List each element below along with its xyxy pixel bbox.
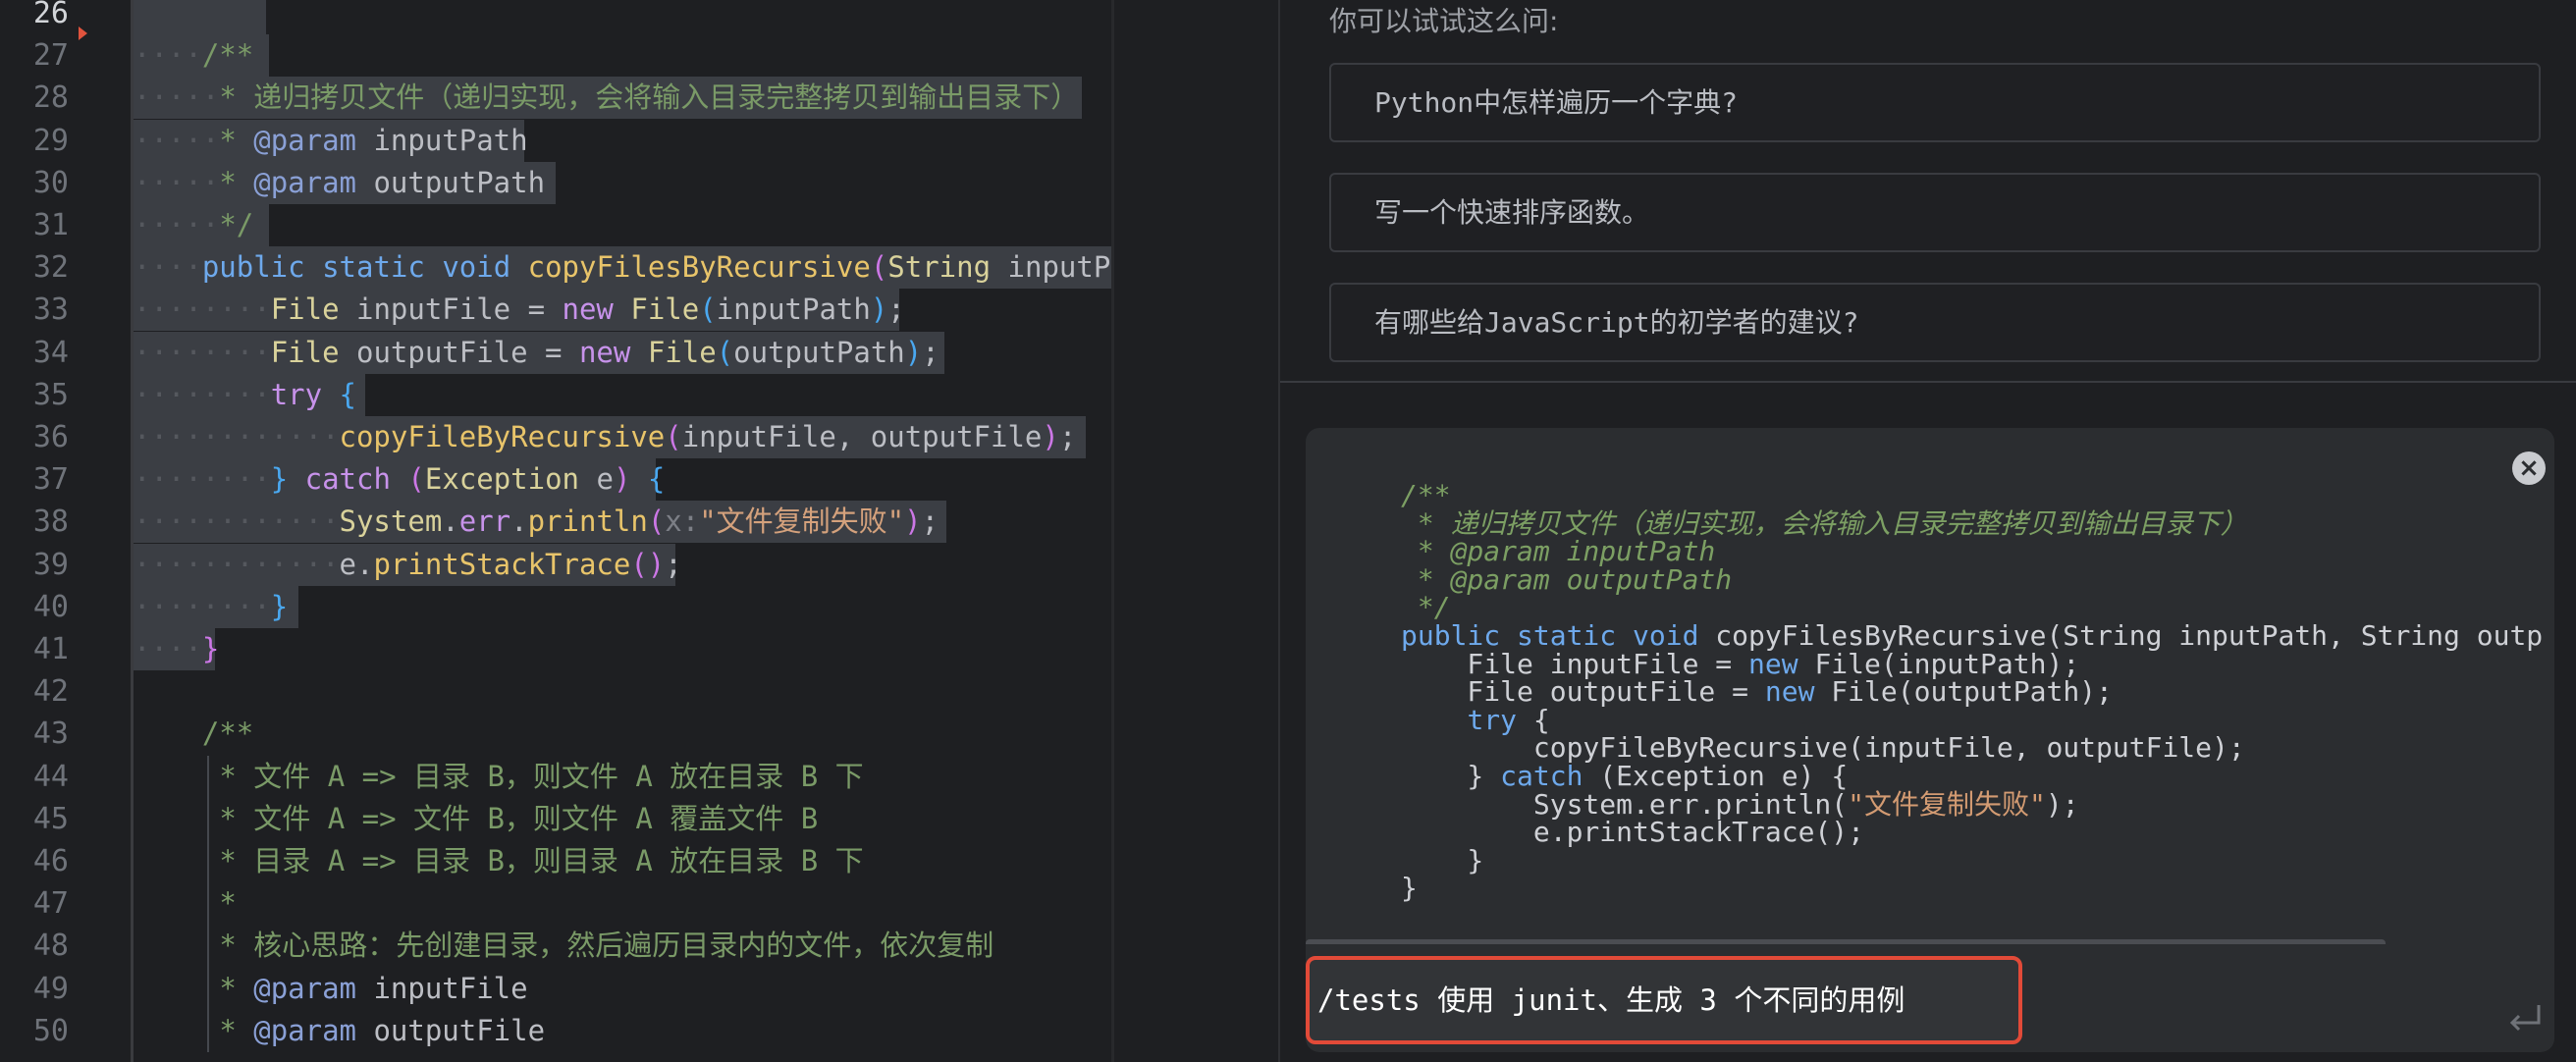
line-number: 47 bbox=[32, 886, 69, 922]
line-number: 32 bbox=[32, 250, 69, 286]
code-line[interactable]: ·····* @param inputPath bbox=[134, 120, 528, 162]
code-line[interactable]: ············System.err.println(x:"文件复制失败… bbox=[134, 501, 939, 543]
line-number: 26 bbox=[32, 0, 69, 30]
close-icon[interactable]: × bbox=[2512, 451, 2546, 485]
code-line[interactable]: * @param inputFile bbox=[134, 968, 527, 1010]
code-line[interactable]: ········try { bbox=[134, 374, 356, 416]
code-line[interactable]: ········} catch (Exception e) { bbox=[134, 458, 665, 501]
line-number: 42 bbox=[32, 674, 69, 710]
line-number: 38 bbox=[32, 504, 69, 540]
snippet-line: public static void copyFilesByRecursive(… bbox=[1401, 619, 2544, 652]
code-line[interactable]: ····public static void copyFilesByRecurs… bbox=[134, 246, 1114, 289]
suggestion-button[interactable]: Python中怎样遍历一个字典? bbox=[1329, 63, 2541, 142]
line-number: 44 bbox=[32, 759, 69, 794]
code-line[interactable]: ············copyFileByRecursive(inputFil… bbox=[134, 416, 1076, 458]
editor-right-margin bbox=[1114, 0, 1278, 1062]
code-line[interactable]: * 文件 A => 文件 B，则文件 A 覆盖文件 B bbox=[134, 798, 818, 840]
snippet-line: * @param inputPath bbox=[1401, 535, 1716, 568]
code-line[interactable]: ····/** bbox=[134, 34, 253, 77]
snippet-line: e.printStackTrace(); bbox=[1401, 816, 1865, 849]
line-number: 41 bbox=[32, 632, 69, 666]
suggestions-heading: 你可以试试这么问: bbox=[1329, 5, 1559, 37]
ai-assistant-panel: 你可以试试这么问: Python中怎样遍历一个字典? 写一个快速排序函数。 有哪… bbox=[1278, 0, 2576, 1062]
code-line[interactable]: ········} bbox=[134, 586, 288, 628]
line-number: 30 bbox=[32, 165, 69, 200]
code-line[interactable]: ·····* 递归拷贝文件（递归实现，会将输入目录完整拷贝到输出目录下） bbox=[134, 77, 1079, 119]
run-marker-icon bbox=[79, 27, 87, 40]
snippet-line: File outputFile = new File(outputPath); bbox=[1401, 675, 2113, 709]
code-editor[interactable]: 26 27 28 29 30 31 32 33 34 35 36 37 38 39 40 41 42 43 44 45… bbox=[0, 0, 1114, 1062]
code-line[interactable]: * 目录 A => 目录 B，则目录 A 放在目录 B 下 bbox=[134, 840, 863, 882]
snippet-line: } bbox=[1401, 843, 1484, 876]
snippet-line: try { bbox=[1467, 703, 1550, 736]
code-line[interactable]: * 核心思路：先创建目录，然后遍历目录内的文件，依次复制 bbox=[134, 925, 993, 967]
line-number: 40 bbox=[32, 589, 69, 624]
divider bbox=[1280, 381, 2576, 383]
suggestion-button[interactable]: 有哪些给JavaScript的初学者的建议? bbox=[1329, 283, 2541, 362]
snippet-line: File inputFile = new File(inputPath); bbox=[1401, 647, 2080, 680]
line-number: 36 bbox=[32, 420, 69, 454]
line-number: 46 bbox=[32, 844, 69, 878]
chat-input[interactable]: /tests 使用 junit、生成 3 个不同的用例 bbox=[1306, 956, 2022, 1044]
code-line[interactable]: ·····* @param outputPath bbox=[134, 162, 545, 204]
snippet-line: } catch (Exception e) { bbox=[1401, 760, 1849, 792]
line-number-gutter[interactable]: 26 27 28 29 30 31 32 33 34 35 36 37 38 39 40 41 42 43 44 45… bbox=[0, 0, 134, 1062]
line-number: 45 bbox=[32, 801, 69, 836]
snippet-line: /** bbox=[1401, 479, 1451, 511]
line-number: 43 bbox=[32, 717, 69, 752]
code-line[interactable]: ····} bbox=[134, 628, 219, 670]
snippet-line: * 递归拷贝文件（递归实现，会将输入目录完整拷贝到输出目录下） bbox=[1401, 506, 2248, 540]
line-number: 31 bbox=[32, 208, 69, 242]
line-number: 39 bbox=[32, 547, 69, 582]
selection-highlight bbox=[134, 0, 266, 34]
line-number: 48 bbox=[32, 929, 69, 964]
line-number: 28 bbox=[32, 80, 69, 116]
snippet-line: System.err.println("文件复制失败"); bbox=[1401, 787, 2079, 821]
line-number: 29 bbox=[32, 123, 69, 158]
code-line[interactable]: * @param outputFile bbox=[134, 1010, 545, 1052]
line-number: 35 bbox=[32, 377, 69, 412]
code-line[interactable]: /** bbox=[134, 713, 253, 755]
line-number: 34 bbox=[32, 335, 69, 370]
indent-guide bbox=[207, 755, 209, 1052]
code-line[interactable]: ········File outputFile = new File(outpu… bbox=[134, 332, 939, 374]
line-number: 50 bbox=[32, 1013, 69, 1048]
line-number: 33 bbox=[32, 292, 69, 328]
suggestion-button[interactable]: 写一个快速排序函数。 bbox=[1329, 173, 2541, 252]
line-number: 37 bbox=[32, 462, 69, 498]
line-number: 49 bbox=[32, 971, 69, 1006]
code-line[interactable]: ········File inputFile = new File(inputP… bbox=[134, 289, 905, 331]
code-context-card: × /** * 递归拷贝文件（递归实现，会将输入目录完整拷贝到输出目录下） * … bbox=[1306, 428, 2554, 978]
snippet-line: } bbox=[1401, 872, 1418, 905]
enter-icon[interactable] bbox=[2509, 1003, 2543, 1033]
snippet-line: */ bbox=[1401, 591, 1451, 624]
code-line[interactable]: * 文件 A => 目录 B，则文件 A 放在目录 B 下 bbox=[134, 756, 863, 798]
code-line[interactable]: ············e.printStackTrace(); bbox=[134, 544, 682, 586]
line-number: 27 bbox=[32, 38, 69, 74]
snippet-line: copyFileByRecursive(inputFile, outputFil… bbox=[1401, 731, 2245, 765]
snippet-line: * @param outputPath bbox=[1401, 562, 1733, 596]
chat-input-area: /tests 使用 junit、生成 3 个不同的用例 bbox=[1306, 944, 2554, 1052]
code-line[interactable]: ·····*/ bbox=[134, 204, 253, 246]
code-line[interactable]: * bbox=[134, 882, 236, 925]
